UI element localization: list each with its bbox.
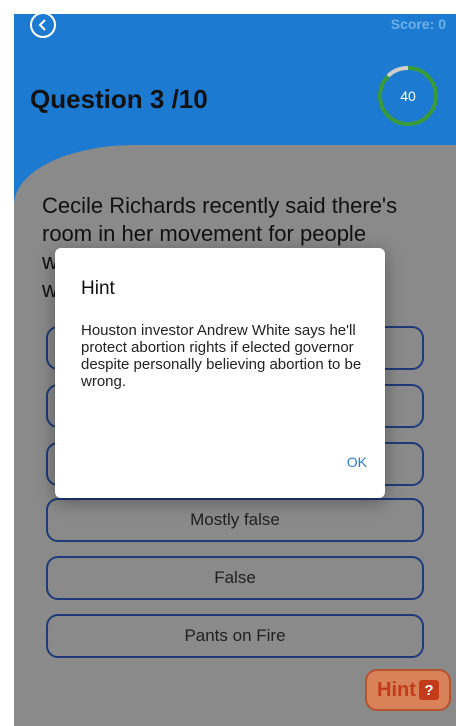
chevron-left-icon [38, 19, 46, 31]
ok-button[interactable]: OK [347, 454, 367, 470]
hint-button[interactable]: Hint ? [365, 669, 451, 711]
option-label: Mostly false [190, 510, 280, 529]
question-box-icon: ? [418, 680, 439, 700]
answer-option-mostly-false[interactable]: Mostly false [46, 498, 424, 542]
hint-label: Hint [377, 678, 416, 701]
question-number: Question 3 /10 [30, 84, 208, 114]
dialog-body: Houston investor Andrew White says he'll… [81, 322, 362, 390]
option-label: False [214, 568, 256, 587]
top-strip [0, 0, 456, 14]
answer-option-false[interactable]: False [46, 556, 424, 600]
dialog-title: Hint [81, 278, 115, 299]
option-label: Pants on Fire [184, 626, 286, 645]
hint-dialog: Hint Houston investor Andrew White says … [55, 248, 385, 498]
timer: 40 [376, 64, 440, 128]
timer-value: 40 [400, 88, 416, 104]
score-label: Score: 0 [390, 16, 446, 32]
back-button[interactable] [30, 12, 56, 38]
answer-option-pants-on-fire[interactable]: Pants on Fire [46, 614, 424, 658]
